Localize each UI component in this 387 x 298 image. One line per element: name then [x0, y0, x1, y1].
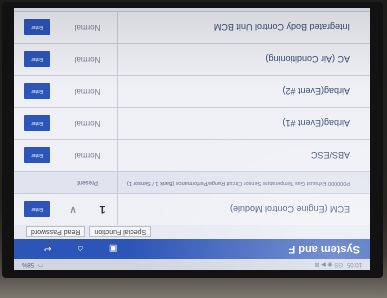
- print-icon[interactable]: ▣: [109, 244, 118, 255]
- enter-button[interactable]: Enter: [24, 115, 50, 132]
- fault-code-row: P000000 Exhaust Gas Temperature Sensor C…: [14, 171, 370, 193]
- system-name: ABS/ESC: [310, 150, 350, 161]
- table-surface: [0, 278, 387, 298]
- system-row-ac[interactable]: AC (Air Conditioning) Normal Enter: [14, 43, 370, 75]
- screen-content: 10:05 GS ◉ ▶ ⊞ ◠ 58% System and F ▣ ⌂ ↩ …: [14, 8, 370, 270]
- function-tabs: Special Function Read Password: [14, 225, 370, 239]
- tab-special-function[interactable]: Special Function: [89, 226, 152, 238]
- home-icon[interactable]: ⌂: [78, 244, 83, 255]
- battery-level: 58%: [22, 261, 35, 268]
- status-time: 10:05: [346, 261, 362, 268]
- wifi-icon: ◠: [38, 261, 44, 267]
- android-status-bar: 10:05 GS ◉ ▶ ⊞ ◠ 58%: [14, 259, 370, 270]
- enter-button[interactable]: Enter: [24, 51, 50, 68]
- system-status: Normal: [58, 12, 118, 43]
- status-icons: GS ◉ ▶ ⊞: [314, 261, 343, 267]
- system-row-bcm[interactable]: Integrated Body Control Unit BCM Normal …: [14, 11, 370, 43]
- device-frame: 10:05 GS ◉ ▶ ⊞ ◠ 58% System and F ▣ ⌂ ↩ …: [0, 0, 387, 298]
- system-row-abs[interactable]: ABS/ESC Normal Enter: [14, 139, 370, 171]
- system-name: Integrated Body Control Unit BCM: [213, 22, 350, 33]
- app-header: System and F ▣ ⌂ ↩: [14, 239, 370, 259]
- system-status: Normal: [58, 44, 118, 75]
- fault-code-status: Present: [58, 172, 118, 193]
- enter-button[interactable]: Enter: [24, 19, 50, 36]
- system-row-airbag-2[interactable]: Airbag(Event #2) Normal Enter: [14, 75, 370, 107]
- system-name: ECM (Engine Control Module): [229, 204, 350, 215]
- chevron-down-icon[interactable]: ∨: [69, 204, 76, 215]
- back-icon[interactable]: ↩: [44, 244, 52, 255]
- tab-read-password[interactable]: Read Password: [26, 226, 86, 238]
- system-row-airbag-1[interactable]: Airbag(Event #1) Normal Enter: [14, 107, 370, 139]
- system-status: Normal: [58, 108, 118, 139]
- tablet-screen: 10:05 GS ◉ ▶ ⊞ ◠ 58% System and F ▣ ⌂ ↩ …: [14, 8, 370, 270]
- enter-button[interactable]: Enter: [24, 147, 50, 164]
- enter-button[interactable]: Enter: [24, 201, 50, 218]
- system-row-ecm[interactable]: ECM (Engine Control Module) 1 ∨ Enter: [14, 193, 370, 225]
- system-list: ECM (Engine Control Module) 1 ∨ Enter P0…: [14, 11, 370, 225]
- system-name: AC (Air Conditioning): [265, 54, 350, 65]
- system-status: Normal: [58, 76, 118, 107]
- system-status: Normal: [58, 140, 118, 171]
- fault-code-description: P000000 Exhaust Gas Temperature Sensor C…: [126, 179, 350, 186]
- system-name: Airbag(Event #2): [282, 86, 350, 97]
- enter-button[interactable]: Enter: [24, 83, 50, 100]
- fault-count: 1 ∨: [58, 194, 118, 225]
- system-name: Airbag(Event #1): [282, 118, 350, 129]
- page-title: System and F: [288, 243, 360, 255]
